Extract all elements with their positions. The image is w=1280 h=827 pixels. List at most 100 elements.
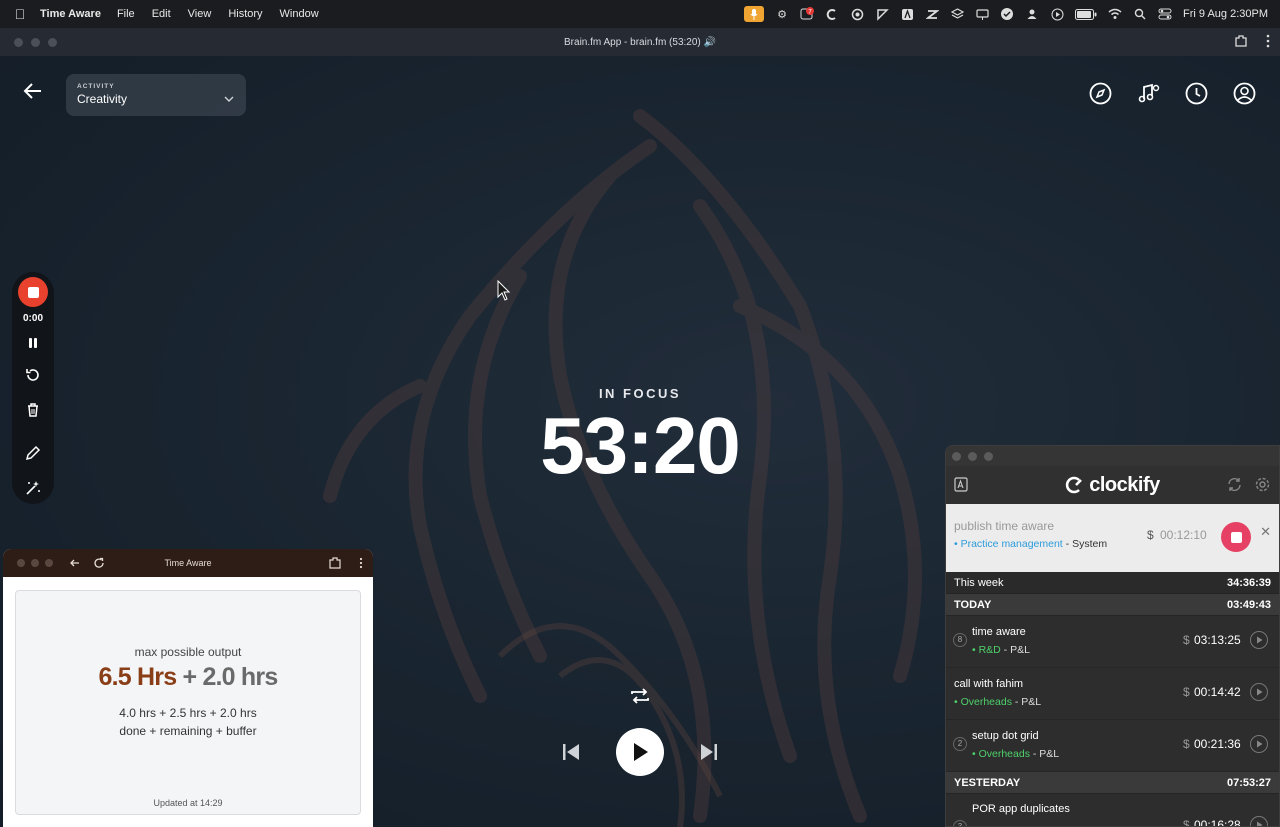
stop-recording-button[interactable] [18,277,48,307]
updated-time: Updated at 14:29 [153,798,223,808]
menu-history[interactable]: History [228,8,262,20]
sync-icon[interactable] [1226,476,1243,498]
menu-app-name[interactable]: Time Aware [40,8,101,20]
back-arrow-icon[interactable] [22,80,44,102]
repeat-icon[interactable] [628,684,652,708]
entry-count[interactable]: 3 [953,820,967,826]
entry-title[interactable]: POR app duplicates [972,803,1070,815]
entry-duration[interactable]: 03:13:25 [1194,633,1241,647]
play-button[interactable] [616,728,664,776]
billable-dollar-icon[interactable]: $ [1147,528,1154,542]
window-controls[interactable] [17,559,53,567]
wifi-icon[interactable] [1108,7,1122,21]
running-project[interactable]: • Practice management - System [954,538,1107,550]
close-icon[interactable]: ✕ [1260,524,1271,540]
clockify-header: clockify [946,466,1279,504]
entry-duration[interactable]: 00:14:42 [1194,685,1241,699]
trash-icon[interactable] [24,401,42,419]
pause-icon[interactable] [24,334,42,352]
play-entry-icon[interactable] [1250,631,1268,649]
output-total: 6.5 Hrs + 2.0 hrs [16,663,360,692]
manual-entry-icon[interactable] [954,477,968,497]
menu-file[interactable]: File [117,8,135,20]
apple-icon[interactable]:  [0,6,40,22]
running-project-name: Practice management [960,538,1063,550]
billable-dollar-icon[interactable]: $ [1183,633,1190,647]
menu-view[interactable]: View [188,8,212,20]
today-label: TODAY [954,598,992,611]
entry-duration[interactable]: 00:21:36 [1194,737,1241,751]
reload-icon[interactable] [93,557,105,571]
menu-edit[interactable]: Edit [152,8,171,20]
app-a-icon[interactable] [900,7,914,21]
elapsed-time: 0:00 [22,313,43,324]
status-circle-icon[interactable] [1000,7,1014,21]
this-week-row: This week 34:36:39 [946,572,1279,594]
window-controls[interactable] [952,452,993,461]
entry-title[interactable]: time aware [972,626,1026,638]
entry-title[interactable]: call with fahim [954,678,1023,690]
entry-project[interactable]: • Overheads - P&L [954,696,1041,708]
clockify-tray-icon[interactable] [825,7,839,21]
running-description[interactable]: publish time aware [954,519,1054,533]
profile-icon[interactable] [1233,82,1256,105]
flag-icon[interactable] [875,7,889,21]
this-week-label: This week [954,576,1004,589]
history-clock-icon[interactable] [1185,82,1208,105]
time-entry[interactable]: 3 POR app duplicates $ 00:16:28 [946,794,1279,826]
menu-bar:  Time Aware File Edit View History Wind… [0,0,1280,28]
magic-wand-icon[interactable] [24,479,42,497]
entry-project[interactable]: • Overheads - P&L [972,748,1059,760]
billable-dollar-icon[interactable]: $ [1183,685,1190,699]
output-primary: 6.5 Hrs [98,663,178,691]
billable-dollar-icon[interactable]: $ [1183,737,1190,751]
gear-icon[interactable]: ⚙ [775,7,789,21]
more-options-icon[interactable] [359,557,363,571]
play-entry-icon[interactable] [1250,735,1268,753]
search-icon[interactable] [1133,7,1147,21]
entry-count[interactable]: 2 [953,737,967,751]
more-options-icon[interactable] [1266,34,1270,51]
menu-window[interactable]: Window [280,8,319,20]
clockify-brand: clockify [1089,473,1160,496]
zotero-icon[interactable] [925,7,939,21]
window-controls[interactable] [14,38,57,47]
entry-count[interactable]: 8 [953,633,967,647]
billable-dollar-icon[interactable]: $ [1183,818,1190,826]
time-aware-titlebar: Time Aware [3,549,373,577]
entry-title[interactable]: setup dot grid [972,730,1039,742]
play-entry-icon[interactable] [1250,816,1268,826]
top-navigation [1089,82,1256,105]
entry-duration[interactable]: 00:16:28 [1194,818,1241,826]
play-circle-icon[interactable] [1050,7,1064,21]
microphone-icon[interactable] [744,6,764,22]
activity-label: ACTIVITY [77,83,115,90]
entry-project[interactable]: • R&D - P&L [972,644,1030,656]
notification-badge-icon[interactable]: 7 [800,7,814,21]
layers-icon[interactable] [950,7,964,21]
skip-next-icon[interactable] [699,741,719,763]
compass-icon[interactable] [1089,82,1112,105]
user-icon[interactable] [1025,7,1039,21]
clockify-logo-icon [1066,476,1083,494]
settings-gear-icon[interactable] [1254,476,1271,498]
restart-icon[interactable] [24,366,42,384]
music-settings-icon[interactable] [1137,82,1160,105]
skip-previous-icon[interactable] [561,741,581,763]
time-entry[interactable]: 2 setup dot grid • Overheads - P&L $ 00:… [946,720,1279,772]
control-center-icon[interactable] [1158,7,1172,21]
time-entry[interactable]: 8 time aware • R&D - P&L $ 03:13:25 [946,616,1279,668]
menubar-datetime[interactable]: Fri 9 Aug 2:30PM [1183,8,1268,20]
extensions-icon[interactable] [1234,34,1248,51]
time-entry[interactable]: call with fahim • Overheads - P&L $ 00:1… [946,668,1279,720]
play-entry-icon[interactable] [1250,683,1268,701]
chatgpt-icon[interactable] [850,7,864,21]
focus-mode-label: IN FOCUS [598,386,682,401]
pencil-icon[interactable] [24,444,42,462]
battery-icon[interactable] [1075,7,1097,21]
display-icon[interactable] [975,7,989,21]
back-icon[interactable] [69,557,81,571]
extensions-icon[interactable] [329,557,341,571]
stop-timer-button[interactable] [1221,522,1251,552]
activity-dropdown[interactable]: ACTIVITY Creativity [66,74,246,116]
